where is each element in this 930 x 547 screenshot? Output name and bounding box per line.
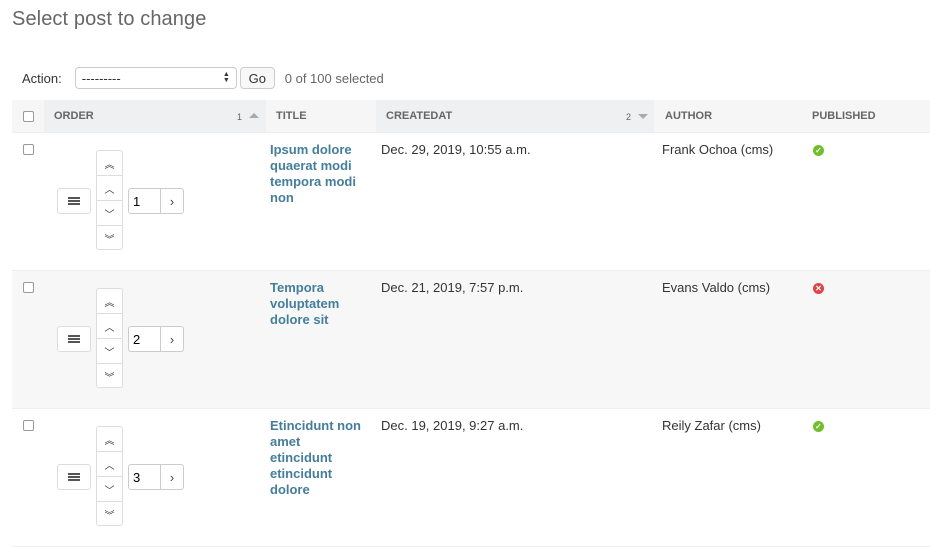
chevron-down-icon[interactable]: ﹀ [97,201,122,226]
title-line: tempora modi [270,174,356,189]
post-title-link[interactable]: Tempora voluptatem dolore sit [270,280,362,328]
author-cell: Evans Valdo (cms) [662,280,771,295]
column-label-title: TITLE [276,110,307,122]
table-header: ORDER 1 TITLE CREATEDAT 2 AUTHOR PUBLISH… [12,100,930,133]
page-title: Select post to change [12,8,207,30]
check-circle-icon: ✓ [813,145,824,156]
title-line: dolore sit [270,312,329,327]
double-chevron-down-icon[interactable]: ︾ [97,226,122,251]
column-header-published[interactable]: PUBLISHED [804,100,930,132]
double-chevron-down-icon[interactable]: ︾ [97,364,122,389]
column-label-createdat: CREATEDAT [386,110,453,122]
table-row: ︽ ︿ ﹀ ︾ 2 › Tempora voluptatem dolore si… [12,271,930,409]
select-all-checkbox[interactable] [23,111,34,122]
createdat-cell: Dec. 29, 2019, 10:55 a.m. [381,142,531,157]
sort-priority-createdat: 2 [626,112,632,122]
sort-ascending-icon[interactable] [249,113,259,118]
column-label-author: AUTHOR [665,110,713,122]
chevron-right-icon[interactable]: › [161,326,184,352]
title-line: dolore [270,482,310,497]
title-line: etincidunt [270,450,333,465]
move-buttons: ︽ ︿ ﹀ ︾ [96,288,123,388]
chevron-up-icon[interactable]: ︿ [97,452,122,477]
double-chevron-up-icon[interactable]: ︽ [97,289,122,314]
select-arrows-icon: ▲ ▼ [222,71,230,84]
column-label-order: ORDER [54,110,94,122]
author-cell: Frank Ochoa (cms) [662,142,774,157]
sort-priority-order: 1 [237,112,243,122]
actions-bar: Action: --------- ▲ ▼ Go 0 of 100 selecte… [22,66,384,90]
title-line: quaerat modi [270,158,352,173]
chevron-right-icon[interactable]: › [161,188,184,214]
check-circle-icon: ✓ [813,421,824,432]
table-row: ︽ ︿ ﹀ ︾ 1 › Ipsum dolore quaerat modi te… [12,133,930,271]
go-button[interactable]: Go [239,67,275,89]
column-header-author[interactable]: AUTHOR [654,100,804,132]
row-checkbox[interactable] [23,282,34,293]
title-line: non [270,190,294,205]
chevron-up-icon[interactable]: ︿ [97,176,122,201]
author-cell: Reily Zafar (cms) [662,418,761,433]
order-input[interactable]: 3 [128,464,161,490]
table-row: ︽ ︿ ﹀ ︾ 3 › Etincidunt non amet etincidu… [12,409,930,547]
double-chevron-up-icon[interactable]: ︽ [97,427,122,452]
column-header-createdat[interactable]: CREATEDAT 2 [376,100,654,132]
double-chevron-down-icon[interactable]: ︾ [97,502,122,527]
sort-descending-icon[interactable] [638,114,648,119]
move-buttons: ︽ ︿ ﹀ ︾ [96,426,123,526]
column-header-title[interactable]: TITLE [266,100,376,132]
row-checkbox[interactable] [23,420,34,431]
drag-handle-icon[interactable] [57,464,91,490]
action-select[interactable]: --------- ▲ ▼ [74,67,237,89]
order-input[interactable]: 1 [128,188,161,214]
title-line: Etincidunt non [270,418,361,433]
move-buttons: ︽ ︿ ﹀ ︾ [96,150,123,250]
double-chevron-up-icon[interactable]: ︽ [97,151,122,176]
drag-handle-icon[interactable] [57,326,91,352]
title-line: amet [270,434,301,449]
column-header-order[interactable]: ORDER 1 [44,100,266,132]
x-circle-icon: ✕ [813,283,824,294]
action-label: Action: [22,70,62,86]
title-line: voluptatem [270,296,340,311]
post-title-link[interactable]: Ipsum dolore quaerat modi tempora modi n… [270,142,362,206]
title-line: Ipsum dolore [270,142,352,157]
post-title-link[interactable]: Etincidunt non amet etincidunt etincidun… [270,418,362,498]
row-checkbox[interactable] [23,144,34,155]
chevron-down-icon[interactable]: ﹀ [97,339,122,364]
createdat-cell: Dec. 21, 2019, 7:57 p.m. [381,280,524,295]
drag-handle-icon[interactable] [57,188,91,214]
action-select-value: --------- [81,70,121,86]
chevron-down-icon[interactable]: ﹀ [97,477,122,502]
column-label-published: PUBLISHED [812,110,876,122]
createdat-cell: Dec. 19, 2019, 9:27 a.m. [381,418,524,433]
chevron-up-icon[interactable]: ︿ [97,314,122,339]
chevron-right-icon[interactable]: › [161,464,184,490]
title-line: etincidunt [270,466,333,481]
selected-count: 0 of 100 selected [284,70,384,86]
order-input[interactable]: 2 [128,326,161,352]
title-line: Tempora [270,280,324,295]
